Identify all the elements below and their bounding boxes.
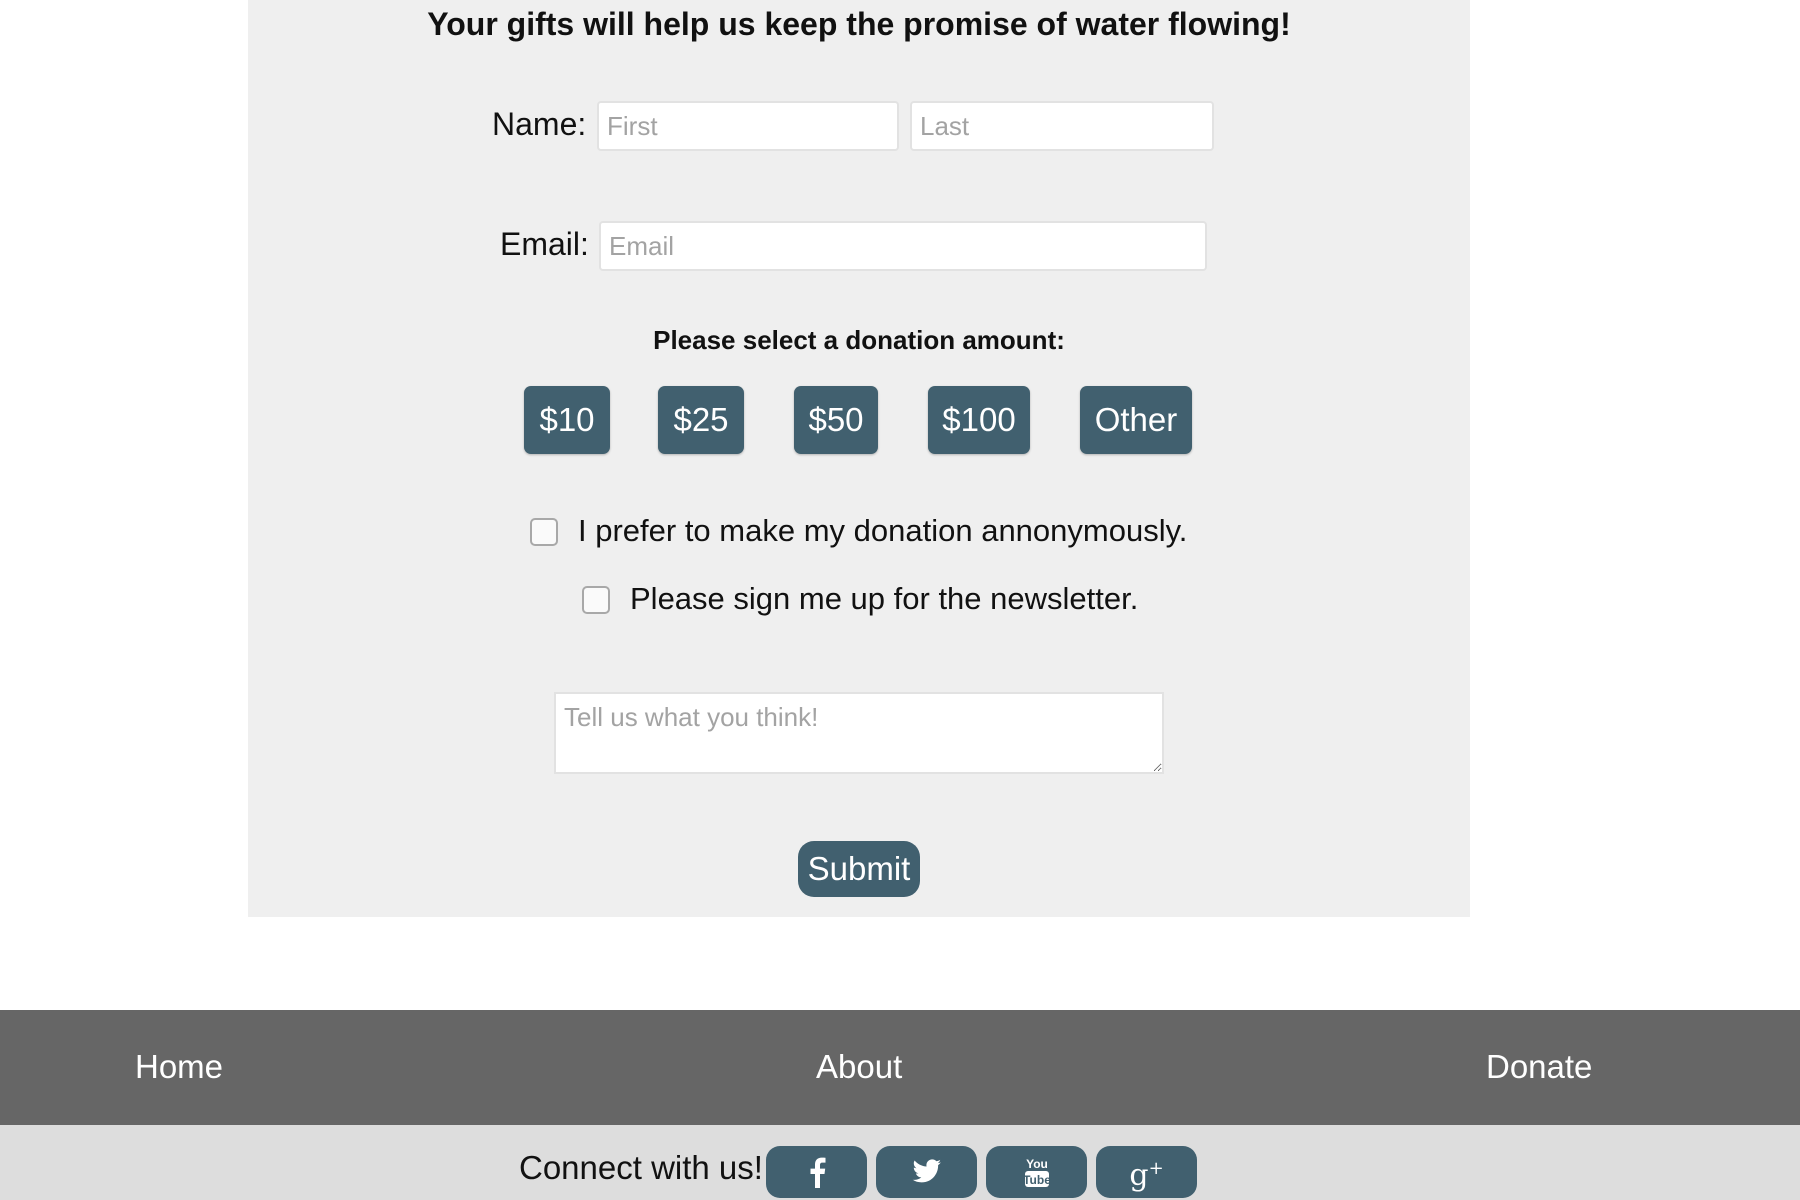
svg-text:You: You (1026, 1157, 1048, 1171)
twitter-button[interactable] (876, 1146, 977, 1198)
email-label: Email: (500, 226, 589, 262)
amount-50-button[interactable]: $50 (794, 386, 878, 454)
anonymous-label: I prefer to make my donation annonymousl… (578, 513, 1188, 548)
form-headline: Your gifts will help us keep the promise… (427, 6, 1291, 42)
amount-25-button[interactable]: $25 (658, 386, 744, 454)
amount-other-button[interactable]: Other (1080, 386, 1192, 454)
newsletter-checkbox[interactable] (582, 586, 610, 614)
facebook-button[interactable] (766, 1146, 867, 1198)
submit-button[interactable]: Submit (798, 841, 920, 897)
youtube-button[interactable]: You Tube (986, 1146, 1087, 1198)
nav-donate-link[interactable]: Donate (1486, 1046, 1592, 1088)
last-name-input[interactable] (910, 101, 1214, 151)
social-bar: Connect with us! You Tube g+ (0, 1125, 1800, 1200)
amount-100-button[interactable]: $100 (928, 386, 1030, 454)
svg-text:Tube: Tube (1023, 1173, 1051, 1187)
twitter-icon (912, 1159, 942, 1185)
google-plus-icon: g+ (1129, 1157, 1164, 1193)
google-plus-button[interactable]: g+ (1096, 1146, 1197, 1198)
donation-form: Your gifts will help us keep the promise… (248, 0, 1470, 917)
footer-nav: Home About Donate (0, 1010, 1800, 1125)
connect-text: Connect with us! (519, 1149, 763, 1186)
newsletter-label: Please sign me up for the newsletter. (630, 581, 1139, 616)
amount-10-button[interactable]: $10 (524, 386, 610, 454)
email-input[interactable] (599, 221, 1207, 271)
youtube-icon: You Tube (1023, 1156, 1051, 1188)
name-label: Name: (492, 106, 587, 142)
comment-textarea[interactable] (554, 692, 1164, 774)
anonymous-checkbox[interactable] (530, 518, 558, 546)
nav-about-link[interactable]: About (816, 1046, 902, 1088)
nav-home-link[interactable]: Home (135, 1046, 223, 1088)
facebook-icon (807, 1156, 827, 1188)
donation-amount-prompt: Please select a donation amount: (653, 325, 1065, 355)
first-name-input[interactable] (597, 101, 899, 151)
